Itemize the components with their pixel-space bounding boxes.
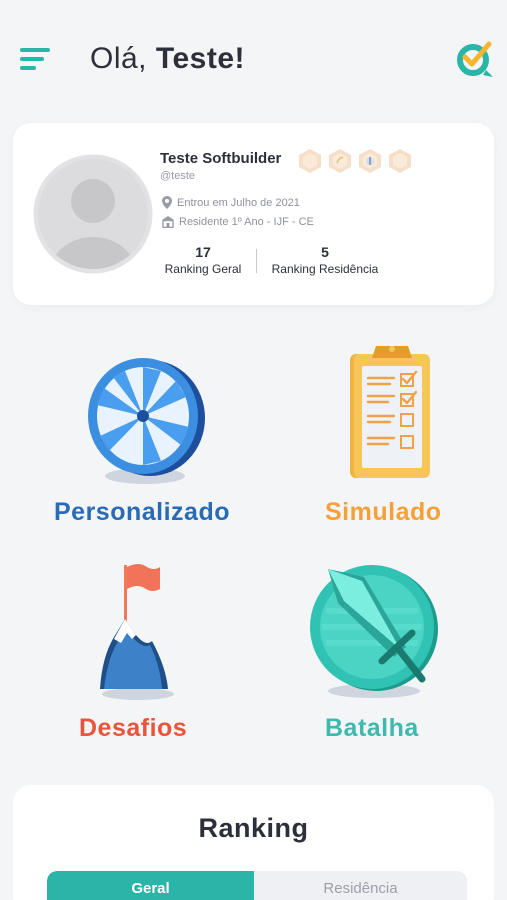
ranking-card: Ranking Geral Residência [13,785,494,900]
location-pin-icon [162,196,172,209]
residency-info: Residente 1º Ano - IJF - CE [162,216,314,228]
mode-simulado-label: Simulado [325,498,442,526]
greeting-text: Olá, [90,42,148,75]
tab-residencia[interactable]: Residência [254,871,467,900]
avatar-icon[interactable] [32,153,154,275]
sword-icon [310,565,438,698]
mountain-flag-icon [100,564,174,700]
badge-icon [299,149,321,173]
clipboard-icon [350,346,430,478]
institution-icon [162,216,174,228]
residency-text: Residente 1º Ano - IJF - CE [179,216,314,228]
mode-desafios-label: Desafios [79,714,188,742]
tab-geral[interactable]: Geral [47,871,254,900]
ranking-geral-stat: 17 Ranking Geral [160,244,246,276]
profile-name: Teste Softbuilder [160,150,282,167]
mode-batalha-label: Batalha [325,714,419,742]
wheel-icon [88,358,205,484]
ranking-geral-label: Ranking Geral [164,262,242,276]
achievement-badges[interactable] [298,148,418,174]
greeting-title: Olá, Teste! [90,42,245,76]
ranking-tabs: Geral Residência [47,871,467,900]
joined-text: Entrou em Julho de 2021 [177,196,300,209]
ranking-residencia-stat: 5 Ranking Residência [265,244,385,276]
stat-divider [256,249,257,273]
ranking-title: Ranking [198,813,309,843]
ranking-residencia-label: Ranking Residência [271,262,379,276]
mode-personalizado-label: Personalizado [54,498,230,526]
profile-card[interactable]: Teste Softbuilder @teste Entrou em Julho [13,123,494,305]
mode-simulado[interactable]: Simulado [300,340,480,540]
ranking-geral-value: 17 [195,244,211,260]
mode-personalizado[interactable]: Personalizado [40,340,250,540]
logo-icon[interactable] [456,40,496,80]
app-header: Olá, Teste! [0,0,507,110]
mode-batalha[interactable]: Batalha [296,555,466,755]
mode-desafios[interactable]: Desafios [60,555,220,755]
ranking-residencia-value: 5 [321,244,329,260]
profile-handle: @teste [160,170,196,182]
menu-icon[interactable] [20,48,52,72]
greeting-user-name: Teste! [155,42,246,75]
joined-info: Entrou em Julho de 2021 [162,196,300,209]
